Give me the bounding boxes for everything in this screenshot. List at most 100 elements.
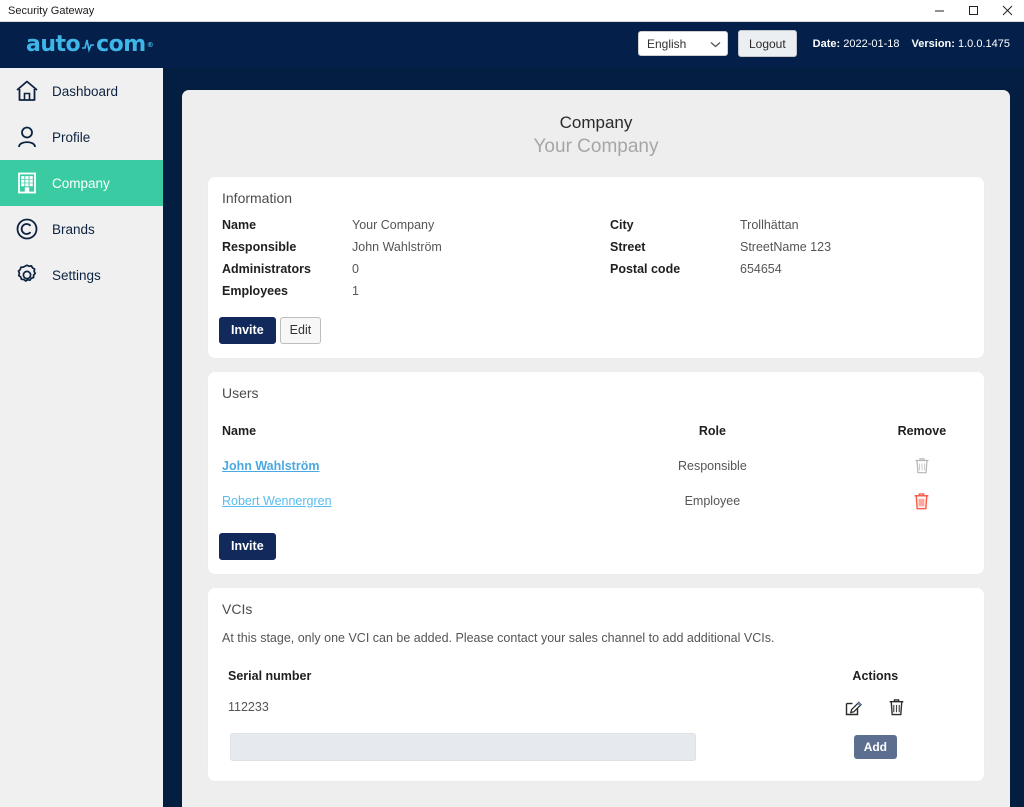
user-role: Responsible (677, 458, 747, 473)
vcis-note: At this stage, only one VCI can be added… (222, 631, 775, 645)
autocom-logo: auto com ® (26, 32, 154, 57)
column-header-name: Name (222, 423, 257, 438)
vci-serial-input[interactable] (230, 733, 696, 761)
person-icon (10, 120, 44, 154)
application-window: Security Gateway auto com ® English Logo… (0, 0, 1024, 807)
table-row: Robert Wennergren Employee (208, 483, 984, 518)
app-frame: auto com ® English Logout Date: 2022-01-… (0, 22, 1024, 807)
user-role: Employee (684, 493, 741, 508)
date-label: Date: (812, 37, 841, 50)
vci-add-row: Add (208, 723, 984, 771)
information-right-column: City Trollhättan Street StreetName 123 P… (596, 214, 984, 302)
gear-icon (10, 258, 44, 292)
info-value: Trollhättan (740, 218, 799, 232)
information-left-column: Name Your Company Responsible John Wahls… (208, 214, 596, 302)
column-header-role: Role (698, 423, 726, 438)
minimize-icon[interactable] (922, 0, 956, 21)
sidebar-item-label: Dashboard (52, 83, 119, 99)
logo-registered-mark: ® (146, 40, 154, 49)
info-value: 654654 (740, 262, 782, 276)
delete-icon[interactable] (887, 697, 906, 717)
info-row: Employees 1 (222, 280, 596, 302)
info-label: Street (610, 240, 646, 254)
page-subtitle: Your Company (533, 136, 659, 157)
copyright-icon (10, 212, 44, 246)
info-label: City (610, 218, 634, 232)
delete-icon (860, 456, 984, 475)
information-section-title: Information (222, 190, 293, 206)
invite-button[interactable]: Invite (219, 317, 276, 344)
user-link[interactable]: Robert Wennergren (222, 494, 332, 508)
users-invite-button[interactable]: Invite (219, 533, 276, 560)
info-value: 0 (352, 262, 359, 276)
sidebar-item-profile[interactable]: Profile (0, 114, 163, 160)
info-label: Postal code (610, 262, 681, 276)
edit-button[interactable]: Edit (279, 317, 322, 344)
info-label: Administrators (222, 262, 311, 276)
info-label: Name (222, 218, 257, 232)
window-title: Security Gateway (8, 4, 95, 17)
sidebar-item-company[interactable]: Company (0, 160, 163, 206)
edit-icon[interactable] (844, 698, 863, 717)
info-value: 1 (352, 284, 359, 298)
info-row: Responsible John Wahlström (222, 236, 596, 258)
content-panel: Company Your Company Information Name Yo… (182, 90, 1010, 807)
info-value: John Wahlström (352, 240, 442, 254)
column-header-remove: Remove (897, 423, 947, 438)
maximize-icon[interactable] (956, 0, 990, 21)
info-value: Your Company (352, 218, 435, 232)
version-label: Version: (911, 37, 955, 50)
page-heading: Company Your Company (182, 90, 1010, 159)
version-value: 1.0.0.1475 (958, 37, 1010, 50)
chevron-down-icon (710, 37, 721, 51)
sidebar-item-settings[interactable]: Settings (0, 252, 163, 298)
language-select[interactable]: English (637, 31, 728, 56)
info-row: Name Your Company (222, 214, 596, 236)
home-icon (10, 74, 44, 108)
window-title-bar: Security Gateway (0, 0, 1024, 22)
info-label: Responsible (222, 240, 297, 254)
table-row: 112233 (208, 691, 984, 723)
page-title: Company (559, 113, 633, 132)
sidebar-item-dashboard[interactable]: Dashboard (0, 68, 163, 114)
info-row: City Trollhättan (610, 214, 984, 236)
delete-icon[interactable] (860, 491, 984, 511)
sidebar-item-brands[interactable]: Brands (0, 206, 163, 252)
column-header-serial-number: Serial number (228, 669, 312, 683)
sidebar-item-label: Company (52, 175, 110, 191)
header-meta: Date: 2022-01-18 Version: 1.0.0.1475 (813, 38, 1010, 50)
column-header-actions: Actions (852, 669, 899, 683)
information-card: Information Name Your Company Responsibl… (208, 177, 984, 358)
close-icon[interactable] (990, 0, 1024, 21)
info-row: Administrators 0 (222, 258, 596, 280)
sidebar-navigation: Dashboard Profile Company Brands Setting… (0, 68, 163, 807)
table-row: John Wahlström Responsible (208, 448, 984, 483)
vcis-section-title: VCIs (222, 601, 253, 617)
info-row: Street StreetName 123 (610, 236, 984, 258)
vci-serial-number: 112233 (228, 700, 269, 714)
language-select-value: English (646, 36, 687, 51)
sidebar-item-label: Settings (52, 267, 101, 283)
window-controls (922, 0, 1024, 22)
logo-text-left: auto (26, 32, 81, 57)
information-actions: Invite Edit (208, 302, 984, 344)
users-table: Name Role Remove John Wahlström Responsi… (208, 407, 984, 518)
logo-text-right: com (96, 32, 146, 57)
info-row: Postal code 654654 (610, 258, 984, 280)
vcis-table-header: Serial number Actions (208, 649, 984, 691)
add-vci-button[interactable]: Add (853, 735, 898, 759)
sidebar-item-label: Brands (52, 221, 95, 237)
date-info: Date: 2022-01-18 (813, 38, 900, 50)
info-value: StreetName 123 (740, 240, 832, 254)
date-value: 2022-01-18 (843, 37, 900, 50)
sidebar-item-label: Profile (52, 129, 91, 145)
header-controls: English Logout Date: 2022-01-18 Version: (637, 30, 1010, 57)
user-link[interactable]: John Wahlström (222, 459, 319, 473)
users-card: Users Name Role Remove John Wahlström Re… (208, 372, 984, 574)
version-info: Version: 1.0.0.1475 (912, 38, 1010, 50)
users-section-title: Users (222, 385, 259, 401)
app-header: auto com ® English Logout Date: 2022-01-… (0, 22, 1024, 68)
pulse-wave-icon (81, 37, 95, 53)
logout-button[interactable]: Logout (737, 30, 797, 57)
users-table-header: Name Role Remove (208, 413, 984, 448)
